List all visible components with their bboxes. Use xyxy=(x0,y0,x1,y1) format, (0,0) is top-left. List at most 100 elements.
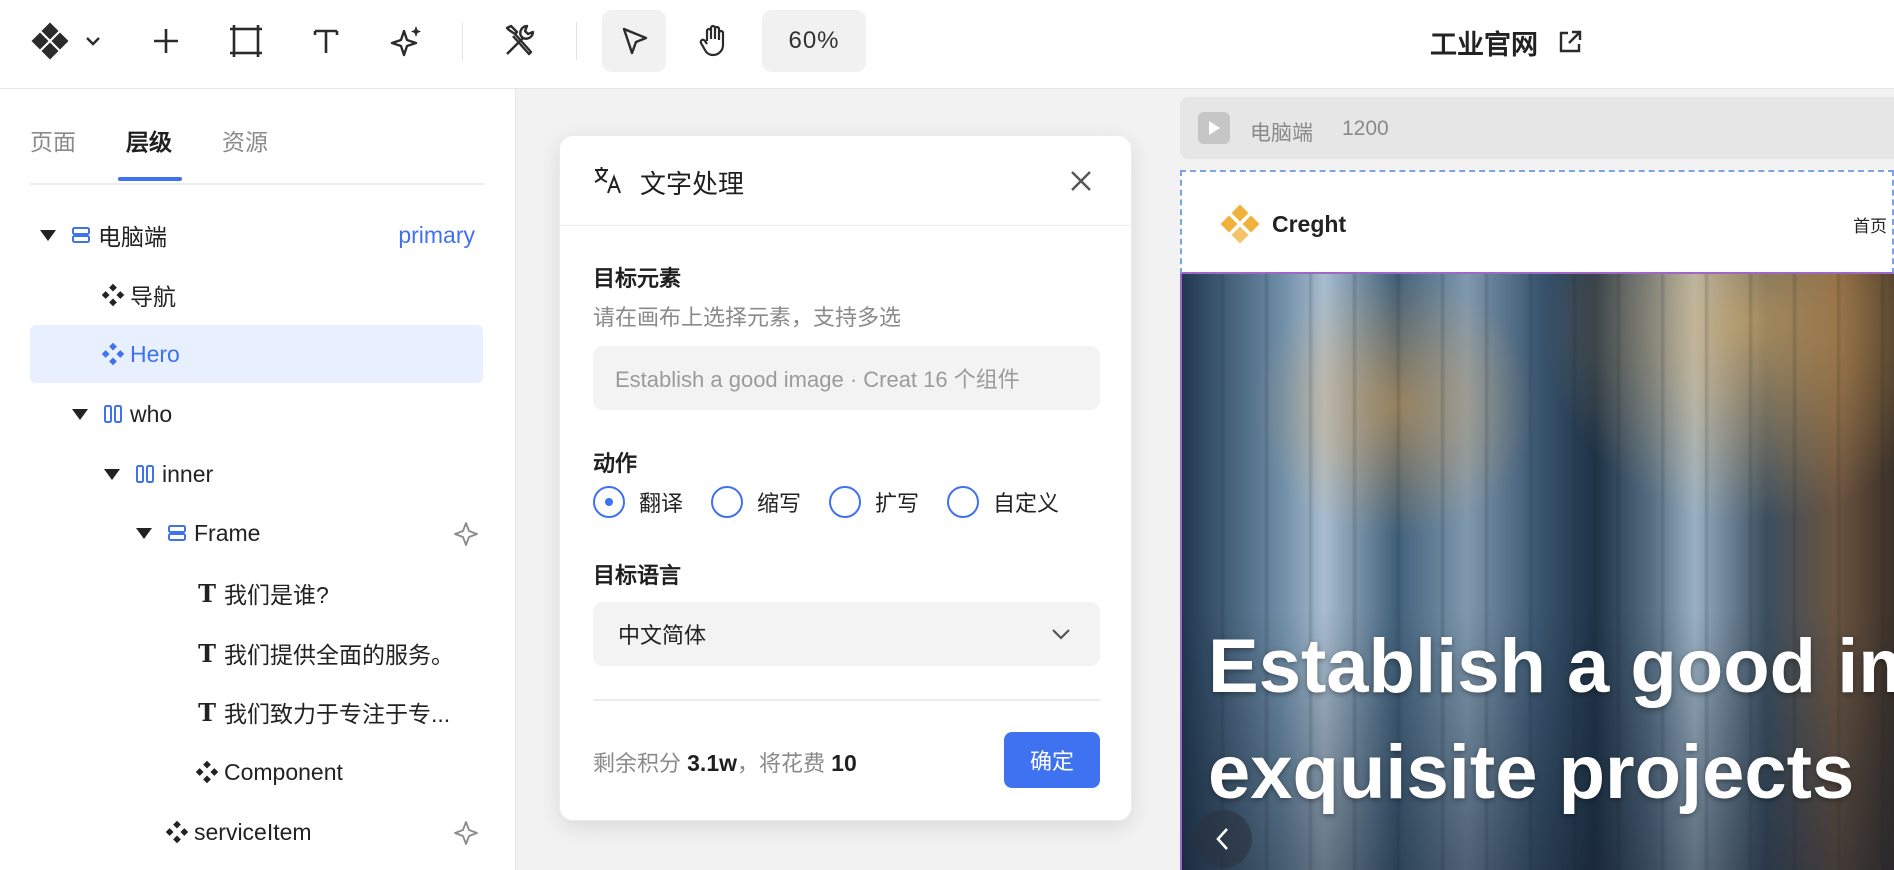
top-toolbar: 60% 工业官网 xyxy=(0,0,1894,89)
tree-item-label: 导航 xyxy=(130,284,176,310)
tree-item-text-who[interactable]: T 我们是谁? xyxy=(30,564,483,622)
expand-caret-icon[interactable] xyxy=(136,527,152,539)
device-width: 1200 xyxy=(1342,117,1389,140)
tree-item-label: Frame xyxy=(194,519,261,546)
tree-item-label: 电脑端 xyxy=(98,224,167,250)
expand-caret-icon[interactable] xyxy=(72,408,88,420)
radio-circle[interactable] xyxy=(593,486,625,518)
action-label: 动作 xyxy=(593,451,638,476)
project-title: 工业官网 xyxy=(1430,22,1584,62)
tree-item-hero[interactable]: Hero xyxy=(30,325,483,383)
chevron-down-icon xyxy=(86,37,100,46)
tree-item-nav[interactable]: 导航 xyxy=(30,266,483,324)
close-icon[interactable] xyxy=(1066,166,1096,196)
confirm-button[interactable]: 确定 xyxy=(1004,732,1100,788)
radio-shorten[interactable]: 缩写 xyxy=(711,486,801,518)
text-icon xyxy=(313,29,339,53)
credit-summary: 剩余积分 3.1w，将花费 10 xyxy=(593,746,857,778)
nav-home-link[interactable]: 首页 xyxy=(1853,212,1887,237)
play-button[interactable] xyxy=(1198,112,1230,144)
radio-circle[interactable] xyxy=(829,486,862,518)
select-tool-button[interactable] xyxy=(602,10,666,72)
layers-panel: 页面 层级 资源 电脑端 primary 导航 Hero who inner F… xyxy=(0,89,516,870)
dialog-title: 文字处理 xyxy=(640,169,745,199)
radio-circle[interactable] xyxy=(711,486,744,518)
tree-item-serviceitem[interactable]: serviceItem xyxy=(30,803,483,861)
toolbar-divider xyxy=(576,22,577,60)
tab-pages[interactable]: 页面 xyxy=(30,123,76,157)
radio-translate[interactable]: 翻译 xyxy=(593,486,683,518)
credit-mid: ，将花费 xyxy=(737,751,826,776)
site-navigation[interactable]: Creght 首页 xyxy=(1180,170,1894,274)
play-icon xyxy=(1209,121,1220,135)
tree-item-label: 我们是谁? xyxy=(224,582,329,608)
tree-item-component[interactable]: Component xyxy=(30,743,483,801)
target-element-field[interactable]: Establish a good image · Creat 16 个组件 xyxy=(593,346,1100,410)
text-layer-icon: T xyxy=(198,697,216,727)
tree-item-label: 我们提供全面的服务。 xyxy=(224,642,454,668)
tools-button[interactable] xyxy=(494,10,546,72)
column-layout-icon xyxy=(102,403,124,425)
active-tab-indicator xyxy=(118,177,182,181)
brand-logo-icon xyxy=(1220,204,1260,244)
tree-item-text-focus[interactable]: T 我们致力于专注于专... xyxy=(30,683,483,741)
stack-layout-icon xyxy=(70,224,92,246)
credit-cost: 10 xyxy=(831,750,857,776)
tree-item-frame[interactable]: Frame xyxy=(30,504,483,562)
carousel-prev-button[interactable] xyxy=(1194,810,1252,868)
tree-item-desktop[interactable]: 电脑端 primary xyxy=(30,206,483,264)
device-preview-bar: 电脑端 1200 xyxy=(1180,97,1894,159)
add-button[interactable] xyxy=(140,10,192,72)
tree-item-label: who xyxy=(130,400,173,427)
frame-icon xyxy=(230,25,262,57)
tab-layers[interactable]: 层级 xyxy=(126,123,172,157)
select-value: 中文简体 xyxy=(618,623,707,648)
chevron-left-icon xyxy=(1216,828,1228,850)
component-icon xyxy=(196,760,218,784)
tree-item-label: 我们致力于专注于专... xyxy=(224,701,451,727)
zoom-level-button[interactable]: 60% xyxy=(762,10,866,72)
tree-item-inner[interactable]: inner xyxy=(30,445,483,503)
component-icon xyxy=(102,342,124,366)
project-title-text: 工业官网 xyxy=(1430,29,1538,60)
component-icon xyxy=(166,820,188,844)
radio-expand[interactable]: 扩写 xyxy=(829,486,919,518)
tree-item-who[interactable]: who xyxy=(30,385,483,443)
tab-assets[interactable]: 资源 xyxy=(222,123,268,157)
toolbar-divider xyxy=(462,22,463,60)
tree-item-label: Component xyxy=(224,758,343,785)
device-label: 电脑端 xyxy=(1250,122,1313,145)
frame-tool-button[interactable] xyxy=(220,10,272,72)
radio-circle[interactable] xyxy=(947,486,980,518)
stack-layout-icon xyxy=(166,522,188,544)
target-element-hint: 请在画布上选择元素，支持多选 xyxy=(593,305,902,330)
ai-tool-button[interactable] xyxy=(380,10,432,72)
text-tool-button[interactable] xyxy=(300,10,352,72)
text-processing-dialog: 文字处理 目标元素 请在画布上选择元素，支持多选 Establish a goo… xyxy=(559,135,1133,821)
hand-tool-button[interactable] xyxy=(688,10,740,72)
app-menu-button[interactable] xyxy=(22,10,112,72)
expand-caret-icon[interactable] xyxy=(104,468,120,480)
hand-icon xyxy=(699,24,725,57)
expand-caret-icon[interactable] xyxy=(40,229,56,241)
tree-item-text-service[interactable]: T 我们提供全面的服务。 xyxy=(30,624,483,682)
target-language-label: 目标语言 xyxy=(593,563,682,588)
site-preview-canvas[interactable]: Creght 首页 Establish a good im exquisite … xyxy=(1180,170,1894,870)
sparkle-icon[interactable] xyxy=(453,820,479,846)
radio-label: 扩写 xyxy=(875,491,920,516)
hero-section[interactable]: Establish a good im exquisite projects xyxy=(1180,274,1894,870)
hero-title-line: Establish a good im xyxy=(1208,624,1894,709)
target-language-select[interactable]: 中文简体 xyxy=(593,602,1100,666)
external-link-icon[interactable] xyxy=(1556,28,1584,56)
sparkle-icon[interactable] xyxy=(453,521,479,547)
chevron-down-icon xyxy=(1052,629,1070,640)
radio-custom[interactable]: 自定义 xyxy=(947,486,1059,518)
radio-label: 缩写 xyxy=(757,491,802,516)
tree-item-label: serviceItem xyxy=(194,818,312,845)
target-element-label: 目标元素 xyxy=(593,266,682,291)
credit-prefix: 剩余积分 xyxy=(593,751,682,776)
tree-item-label: inner xyxy=(162,460,214,487)
cursor-icon xyxy=(622,27,648,55)
translate-icon xyxy=(594,167,621,194)
panel-tabs: 页面 层级 资源 xyxy=(30,89,484,185)
